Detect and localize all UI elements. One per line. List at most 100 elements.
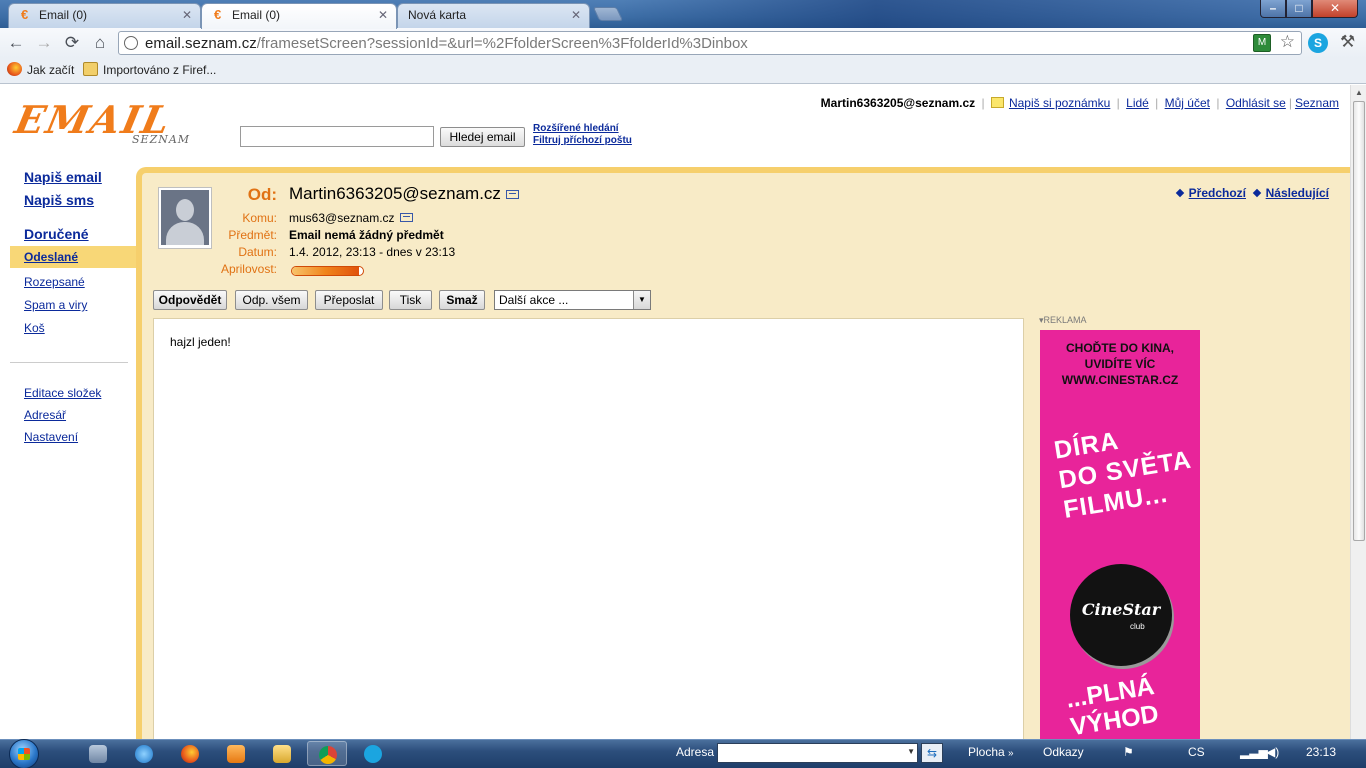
folder-drafts[interactable]: Rozepsané [24, 275, 85, 289]
dropdown-arrow-icon[interactable]: ▼ [633, 291, 650, 309]
taskbar-go-button[interactable]: ⇆ [921, 743, 943, 763]
clock[interactable]: 23:13 [1306, 745, 1336, 759]
new-tab-button[interactable] [592, 7, 624, 21]
inbox-link[interactable]: Doručené [24, 226, 89, 242]
contact-card-icon[interactable] [399, 213, 413, 222]
advanced-search-link[interactable]: Rozšířené hledání [533, 123, 619, 134]
action-center-icon[interactable]: ⚑ [1123, 745, 1134, 759]
reply-button[interactable]: Odpovědět [153, 290, 227, 310]
taskbar-explorer[interactable] [262, 741, 302, 766]
seznam-link[interactable]: Seznam [1295, 96, 1339, 110]
media-player-icon [227, 745, 245, 763]
dropdown-arrow-icon[interactable]: ▼ [907, 747, 915, 756]
firefox-icon [7, 62, 22, 76]
close-window-button[interactable]: ✕ [1312, 0, 1358, 18]
forward-button[interactable]: Přeposlat [315, 290, 383, 310]
logo-sub: club [1130, 622, 1145, 631]
my-account-link[interactable]: Můj účet [1165, 96, 1210, 110]
folder-trash[interactable]: Koš [24, 321, 45, 335]
tab-title: Email (0) [232, 8, 281, 22]
next-message-link[interactable]: Následující [1252, 186, 1329, 200]
logout-link[interactable]: Odhlásit se [1226, 96, 1286, 110]
write-note-link[interactable]: Napiš si poznámku [1009, 96, 1110, 110]
message-body: hajzl jeden! [153, 318, 1024, 739]
search-email-button[interactable]: Hledej email [440, 127, 525, 147]
tab-close-icon[interactable]: ✕ [378, 4, 388, 26]
tab-title: Email (0) [39, 8, 88, 22]
maximize-button[interactable]: □ [1286, 0, 1312, 18]
home-button[interactable]: ⌂ [89, 32, 111, 54]
tab-email-2[interactable]: € Email (0) ✕ [201, 3, 397, 29]
compose-email-link[interactable]: Napiš email [24, 169, 102, 185]
taskbar-chrome[interactable] [307, 741, 347, 766]
firefox-icon [181, 745, 199, 763]
chrome-icon [319, 746, 337, 764]
seznam-email-favicon-icon: € [21, 7, 29, 22]
scrollbar-thumb[interactable] [1353, 101, 1365, 541]
browser-tab-strip: € Email (0) ✕ € Email (0) ✕ Nová karta ✕… [0, 0, 1366, 29]
language-indicator[interactable]: CS [1188, 745, 1205, 759]
extension-icon[interactable]: M [1253, 34, 1271, 52]
skype-extension-icon[interactable]: S [1308, 33, 1328, 53]
taskbar-links-toolbar[interactable]: Odkazy [1043, 745, 1084, 759]
tab-close-icon[interactable]: ✕ [571, 4, 581, 26]
taskbar-firefox[interactable] [170, 741, 210, 766]
scroll-up-icon[interactable]: ▲ [1355, 88, 1363, 97]
cinestar-club-logo: CineStar club [1070, 564, 1172, 666]
tab-close-icon[interactable]: ✕ [182, 4, 192, 26]
more-actions-select[interactable]: Další akce ... ▼ [494, 290, 651, 310]
folder-sent[interactable]: Odeslané [24, 250, 78, 264]
wrench-menu-icon[interactable]: ⚒ [1340, 32, 1355, 52]
minimize-button[interactable]: – [1260, 0, 1286, 18]
compose-sms-link[interactable]: Napiš sms [24, 192, 94, 208]
bookmark-folder-imported[interactable]: Importováno z Firef... [83, 62, 216, 78]
ad-line: UVIDÍTE VÍC [1084, 357, 1156, 371]
start-button[interactable] [4, 739, 46, 768]
cinestar-advertisement[interactable]: CHOĎTE DO KINA, UVIDÍTE VÍC WWW.CINESTAR… [1040, 330, 1200, 739]
taskbar-tool-app[interactable] [78, 741, 118, 766]
tab-email-1[interactable]: € Email (0) ✕ [8, 3, 201, 28]
address-book-link[interactable]: Adresář [24, 408, 66, 422]
message-text: hajzl jeden! [170, 335, 231, 349]
reply-all-button[interactable]: Odp. všem [235, 290, 308, 310]
taskbar-internet-explorer[interactable] [124, 741, 164, 766]
top-navigation: Martin6363205@seznam.cz | Napiš si pozná… [820, 96, 1339, 110]
filter-mail-link[interactable]: Filtruj příchozí poštu [533, 135, 632, 146]
folder-spam[interactable]: Spam a viry [24, 298, 87, 312]
bookmark-label: Jak začít [27, 63, 75, 77]
taskbar-desktop-toolbar[interactable]: Plocha » [968, 745, 1014, 759]
subject-value: Email nemá žádný předmět [289, 228, 444, 242]
taskbar-address-input[interactable]: ▼ [717, 743, 918, 763]
print-button[interactable]: Tisk [389, 290, 432, 310]
ad-line: CHOĎTE DO KINA, [1066, 341, 1174, 355]
previous-message-link[interactable]: Předchozí [1175, 186, 1246, 200]
address-url: email.seznam.cz/framesetScreen?sessionId… [145, 34, 748, 54]
tab-new-tab[interactable]: Nová karta ✕ [397, 3, 590, 28]
logo-sub: SEZNAM [132, 133, 191, 146]
bookmark-jak-zacit[interactable]: Jak začít [7, 62, 74, 78]
delete-button[interactable]: Smaž [439, 290, 485, 310]
page-info-icon[interactable] [124, 36, 138, 50]
seznam-email-logo[interactable]: EMAIL SEZNAM [11, 97, 197, 151]
volume-icon[interactable]: ◀) [1266, 745, 1279, 759]
next-label: Následující [1265, 186, 1329, 200]
edit-folders-link[interactable]: Editace složek [24, 386, 101, 400]
network-icon[interactable]: ▂▃▅ [1240, 745, 1268, 759]
forward-button[interactable]: → [33, 32, 55, 54]
to-address[interactable]: mus63@seznam.cz [289, 211, 395, 225]
contact-card-icon[interactable] [505, 190, 519, 199]
people-link[interactable]: Lidé [1126, 96, 1149, 110]
desktop-label: Plocha [968, 745, 1005, 759]
back-button[interactable]: ← [5, 32, 27, 54]
settings-link[interactable]: Nastavení [24, 430, 78, 444]
url-host: email.seznam.cz [145, 35, 257, 52]
address-bar[interactable]: email.seznam.cz/framesetScreen?sessionId… [118, 31, 1302, 55]
page-scrollbar[interactable]: ▲ [1350, 85, 1366, 739]
folder-icon [83, 62, 98, 76]
reload-button[interactable]: ⟳ [61, 32, 83, 54]
taskbar-media-player[interactable] [216, 741, 256, 766]
email-search-input[interactable] [240, 126, 434, 147]
bookmark-star-icon[interactable]: ☆ [1280, 32, 1295, 52]
taskbar-skype[interactable] [353, 741, 393, 766]
from-address[interactable]: Martin6363205@seznam.cz [289, 184, 501, 203]
